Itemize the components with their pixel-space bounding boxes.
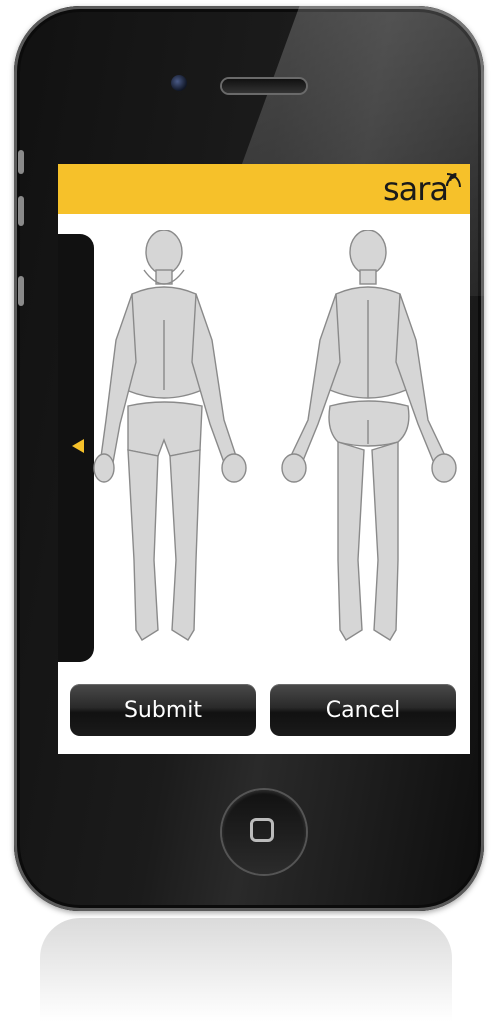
volume-down-button	[18, 276, 24, 306]
app-header: sara	[58, 164, 470, 214]
side-drawer-tab[interactable]	[58, 234, 94, 662]
body-front[interactable]	[93, 230, 247, 641]
submit-button[interactable]: Submit	[70, 684, 256, 736]
mute-switch	[18, 150, 24, 174]
triangle-left-icon	[72, 439, 84, 453]
earpiece-speaker	[222, 79, 306, 93]
home-button[interactable]	[222, 790, 306, 874]
app-screen: sara Submit Cancel	[58, 164, 470, 754]
front-camera	[171, 75, 187, 91]
volume-up-button	[18, 196, 24, 226]
body-map[interactable]	[92, 230, 468, 660]
body-back[interactable]	[281, 230, 457, 641]
home-square-icon	[250, 818, 274, 842]
cancel-button[interactable]: Cancel	[270, 684, 456, 736]
phone-reflection	[40, 918, 452, 1022]
signal-waves-icon	[445, 172, 461, 188]
brand-logo: sara	[382, 170, 449, 208]
